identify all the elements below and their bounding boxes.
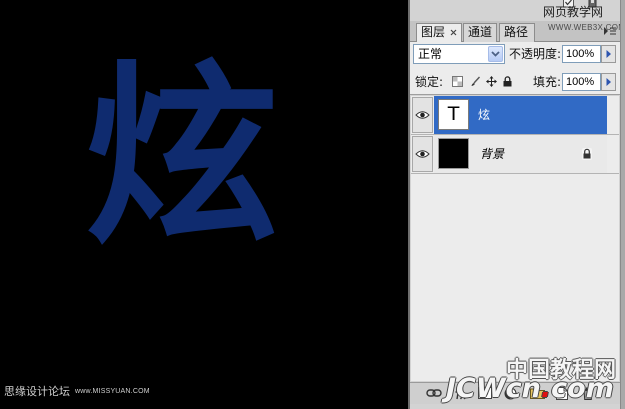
- layer-thumbnail: T: [438, 99, 469, 130]
- link-icon[interactable]: [426, 387, 442, 399]
- layer-body[interactable]: 背景: [434, 135, 607, 173]
- document-canvas[interactable]: 炫 思缘设计论坛 www.MISSYUAN.COM: [0, 0, 408, 409]
- layers-panel: 图层 通道 路径 网页教学网 WWW.WEB3X.COM 正常 不透明度: 10…: [410, 0, 625, 409]
- tab-channels-label: 通道: [468, 25, 493, 39]
- tab-layers-label: 图层: [421, 25, 446, 39]
- lock-all-icon[interactable]: [503, 76, 514, 88]
- lock-transparent-icon[interactable]: [452, 76, 463, 88]
- lock-icon: [582, 148, 592, 160]
- fill-input[interactable]: 100%: [562, 73, 601, 91]
- web3x-watermark-url: WWW.WEB3X.COM: [548, 23, 625, 32]
- layer-row-background[interactable]: 背景: [411, 135, 619, 174]
- layer-visibility-toggle[interactable]: [412, 136, 433, 172]
- close-icon[interactable]: [450, 29, 457, 36]
- jcwcn-watermark-url: JCWcn.com: [446, 374, 614, 404]
- options-separator: [410, 94, 620, 95]
- layer-visibility-toggle[interactable]: [412, 97, 433, 133]
- jcwcn-watermark-dot: .: [540, 373, 552, 404]
- blend-mode-value: 正常: [418, 47, 443, 61]
- panel-right-edge: [620, 0, 625, 409]
- layer-body[interactable]: T 炫: [434, 96, 607, 134]
- fill-label: 填充:: [533, 75, 562, 89]
- layer-thumbnail: [438, 138, 469, 169]
- tab-paths[interactable]: 路径: [499, 23, 535, 42]
- canvas-text-glyph: 炫: [85, 44, 279, 270]
- layer-name: 炫: [478, 108, 491, 122]
- blend-mode-select[interactable]: 正常: [413, 44, 505, 64]
- opacity-input[interactable]: 100%: [562, 45, 601, 63]
- layer-name: 背景: [480, 147, 505, 161]
- missyuan-watermark: 思缘设计论坛 www.MISSYUAN.COM: [4, 385, 150, 399]
- tab-channels[interactable]: 通道: [463, 23, 497, 42]
- layer-row-text[interactable]: T 炫: [411, 96, 619, 135]
- lock-image-icon[interactable]: [470, 76, 481, 88]
- chevron-down-icon[interactable]: [488, 46, 503, 62]
- lock-position-icon[interactable]: [486, 76, 497, 88]
- tab-paths-label: 路径: [504, 25, 529, 39]
- tab-layers[interactable]: 图层: [416, 23, 462, 43]
- layers-list: T 炫 背景: [411, 96, 619, 381]
- jcwcn-watermark-tld: com: [551, 373, 614, 404]
- jcwcn-watermark-brand: JCWcn: [446, 373, 541, 404]
- opacity-label: 不透明度:: [509, 47, 562, 61]
- missyuan-watermark-url: www.MISSYUAN.COM: [75, 388, 150, 395]
- fill-slider-arrow-icon[interactable]: [601, 73, 616, 91]
- lock-label: 锁定:: [415, 75, 444, 89]
- missyuan-watermark-name: 思缘设计论坛: [4, 385, 70, 398]
- opacity-slider-arrow-icon[interactable]: [601, 45, 616, 63]
- web3x-watermark-name: 网页教学网: [543, 5, 604, 19]
